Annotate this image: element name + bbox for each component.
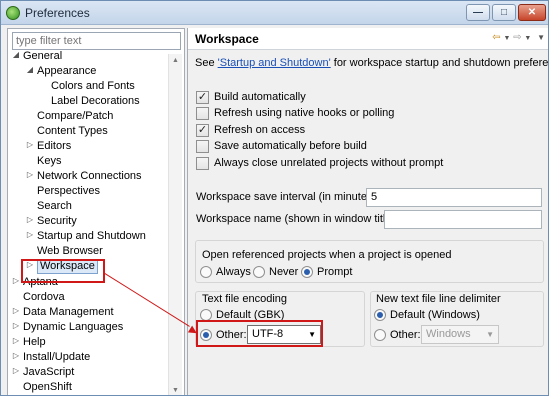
workspace-name-field[interactable] xyxy=(384,210,542,229)
tree-item[interactable]: Label Decorations xyxy=(51,94,140,109)
checkbox-label: Always close unrelated projects without … xyxy=(214,157,444,169)
tree-item[interactable]: Editors xyxy=(37,139,71,154)
preferences-window: Preferences — □ ✕ ◢General◢AppearanceCol… xyxy=(0,0,549,396)
expand-arrow-icon[interactable]: ▷ xyxy=(12,351,20,360)
back-dropdown-icon[interactable]: ▼ xyxy=(503,35,510,42)
preference-tree-pane: ◢General◢AppearanceColors and FontsLabel… xyxy=(7,28,185,395)
tree-item[interactable]: Search xyxy=(37,199,72,214)
expand-arrow-icon[interactable]: ▷ xyxy=(12,366,20,375)
tree-item[interactable]: Colors and Fonts xyxy=(51,79,135,94)
delimiter-default-label: Default (Windows) xyxy=(390,309,480,321)
desc-suffix: for workspace startup and shutdown prefe… xyxy=(333,57,549,69)
unchecked-checkbox[interactable] xyxy=(196,139,209,153)
encoding-title: Text file encoding xyxy=(202,293,287,305)
expand-arrow-icon[interactable]: ▷ xyxy=(12,321,20,330)
option-checkbox-row[interactable]: Refresh using native hooks or polling xyxy=(196,106,394,121)
open-projects-option[interactable]: Prompt xyxy=(301,265,352,280)
encoding-highlight-box xyxy=(196,320,323,347)
delimiter-default-radio[interactable]: Default (Windows) xyxy=(374,308,480,323)
tree-item[interactable]: Perspectives xyxy=(37,184,100,199)
view-menu-icon[interactable]: ▼ xyxy=(537,33,545,42)
checked-checkbox[interactable]: ✓ xyxy=(196,123,209,137)
line-delimiter-title: New text file line delimiter xyxy=(376,293,501,305)
tree-item[interactable]: Network Connections xyxy=(37,169,142,184)
unchecked-checkbox[interactable] xyxy=(196,156,209,170)
tree-item[interactable]: Startup and Shutdown xyxy=(37,229,146,244)
tree-item[interactable]: General xyxy=(23,49,62,64)
radio-button[interactable] xyxy=(301,266,313,279)
tree-item[interactable]: OpenShift xyxy=(23,380,72,395)
save-interval-label: Workspace save interval (in minutes): xyxy=(196,191,380,203)
filter-input[interactable] xyxy=(12,32,181,50)
expand-arrow-icon[interactable]: ▷ xyxy=(26,215,34,224)
eclipse-logo-icon xyxy=(6,6,20,20)
checkbox-label: Refresh using native hooks or polling xyxy=(214,107,395,119)
radio-button[interactable] xyxy=(253,266,265,279)
forward-arrow-icon[interactable]: ⇨ xyxy=(513,32,521,43)
tree-scrollbar[interactable]: ▲ ▼ xyxy=(168,54,182,395)
collapse-arrow-icon[interactable]: ◢ xyxy=(12,50,20,59)
tree-item[interactable]: Keys xyxy=(37,154,61,169)
tree-item[interactable]: Compare/Patch xyxy=(37,109,113,124)
delimiter-other-radio[interactable]: Other: xyxy=(374,328,421,343)
delimiter-select[interactable]: Windows ▼ xyxy=(421,325,499,344)
expand-arrow-icon[interactable]: ▷ xyxy=(12,336,20,345)
maximize-button[interactable]: □ xyxy=(492,4,516,21)
option-checkbox-row[interactable]: Always close unrelated projects without … xyxy=(196,156,443,171)
expand-arrow-icon[interactable]: ▷ xyxy=(12,306,20,315)
desc-prefix: See xyxy=(195,57,218,69)
tree-item[interactable]: Dynamic Languages xyxy=(23,320,123,335)
startup-shutdown-link[interactable]: 'Startup and Shutdown' xyxy=(218,57,331,69)
tree-item[interactable]: Content Types xyxy=(37,124,108,139)
window-title: Preferences xyxy=(25,6,90,20)
minimize-button[interactable]: — xyxy=(466,4,490,21)
delimiter-select-value: Windows xyxy=(426,328,471,340)
tree-item[interactable]: Appearance xyxy=(37,64,96,79)
delimiter-default-radio-button[interactable] xyxy=(374,309,386,322)
workspace-highlight-box xyxy=(21,259,105,283)
checked-checkbox[interactable]: ✓ xyxy=(196,90,209,104)
page-description: See 'Startup and Shutdown' for workspace… xyxy=(195,57,549,69)
delimiter-other-radio-button[interactable] xyxy=(374,329,386,342)
page-header: Workspace ⇦ ▼ ⇨ ▼ ▼ xyxy=(188,28,548,50)
title-bar: Preferences — □ ✕ xyxy=(1,1,548,25)
close-button[interactable]: ✕ xyxy=(518,4,546,21)
radio-label: Never xyxy=(269,266,299,278)
option-checkbox-row[interactable]: Save automatically before build xyxy=(196,139,367,154)
back-arrow-icon[interactable]: ⇦ xyxy=(492,32,500,43)
expand-arrow-icon[interactable]: ▷ xyxy=(26,170,34,179)
tree-item[interactable]: Data Management xyxy=(23,305,114,320)
tree-item[interactable]: Help xyxy=(23,335,46,350)
checkbox-label: Build automatically xyxy=(214,91,306,103)
checkbox-label: Refresh on access xyxy=(214,124,306,136)
delimiter-other-label: Other: xyxy=(390,329,421,341)
radio-label: Always xyxy=(216,266,251,278)
save-interval-field[interactable]: 5 xyxy=(366,188,542,207)
unchecked-checkbox[interactable] xyxy=(196,106,209,120)
workspace-name-label: Workspace name (shown in window title): xyxy=(196,213,399,225)
expand-arrow-icon[interactable]: ▷ xyxy=(26,140,34,149)
open-projects-option[interactable]: Never xyxy=(253,265,298,280)
tree-item[interactable]: Security xyxy=(37,214,77,229)
radio-label: Prompt xyxy=(317,266,353,278)
page-title: Workspace xyxy=(195,32,259,46)
scroll-down-icon[interactable]: ▼ xyxy=(172,387,179,394)
radio-button[interactable] xyxy=(200,266,212,279)
forward-dropdown-icon[interactable]: ▼ xyxy=(524,35,531,42)
open-projects-title: Open referenced projects when a project … xyxy=(202,249,452,261)
option-checkbox-row[interactable]: ✓ Build automatically xyxy=(196,90,306,105)
page-nav-icons: ⇦ ▼ ⇨ ▼ ▼ xyxy=(492,32,545,43)
option-checkbox-row[interactable]: ✓ Refresh on access xyxy=(196,123,305,138)
scroll-up-icon[interactable]: ▲ xyxy=(172,57,179,64)
collapse-arrow-icon[interactable]: ◢ xyxy=(26,65,34,74)
chevron-down-icon: ▼ xyxy=(486,330,494,339)
open-projects-option[interactable]: Always xyxy=(200,265,251,280)
tree-item[interactable]: JavaScript xyxy=(23,365,74,380)
checkbox-label: Save automatically before build xyxy=(214,140,367,152)
expand-arrow-icon[interactable]: ▷ xyxy=(26,230,34,239)
tree-item[interactable]: Web Browser xyxy=(37,244,103,259)
expand-arrow-icon[interactable]: ▷ xyxy=(12,276,20,285)
tree-item[interactable]: Install/Update xyxy=(23,350,90,365)
tree-item[interactable]: Cordova xyxy=(23,290,65,305)
